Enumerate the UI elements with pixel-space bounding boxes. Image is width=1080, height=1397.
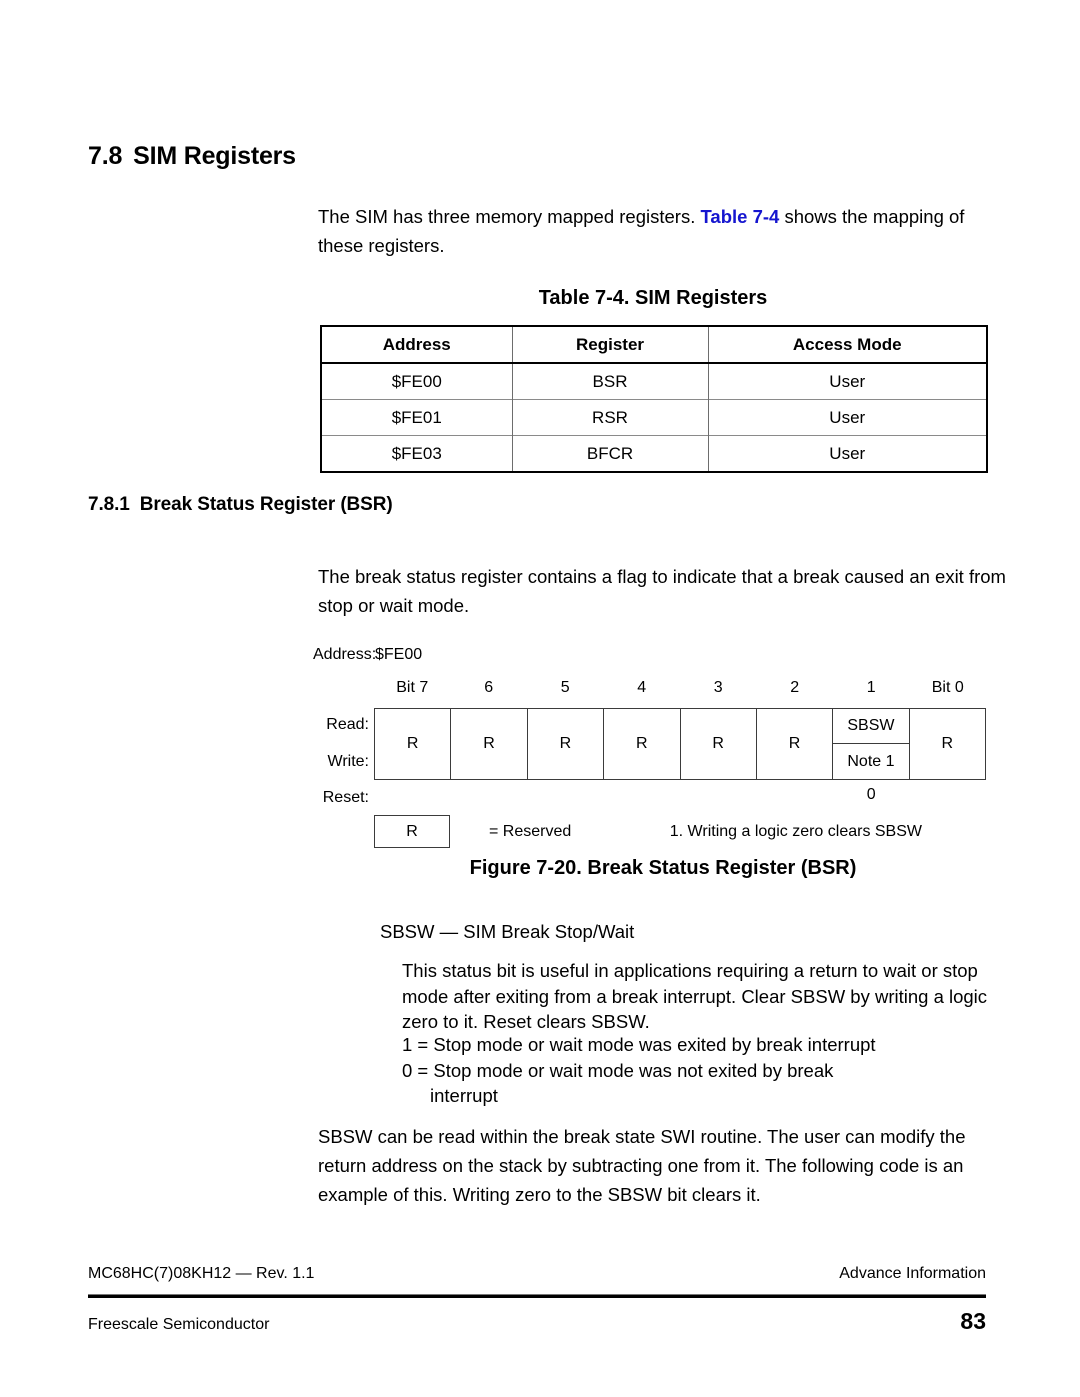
sbsw-description: This status bit is useful in application… — [402, 960, 988, 1032]
closing-paragraph: SBSW can be read within the break state … — [318, 1126, 966, 1205]
reset-value-4 — [604, 786, 681, 804]
cell-access-mode: User — [707, 399, 988, 436]
bit-cell-2: R — [757, 709, 834, 779]
reset-value-6 — [451, 786, 528, 804]
section-title: SIM Registers — [133, 142, 296, 170]
table-caption: Table 7-4. SIM Registers — [538, 287, 768, 309]
table-header-row: Address Register Access Mode — [320, 326, 988, 364]
intro-text-before: The SIM has three memory mapped register… — [318, 206, 701, 227]
bit-cell-4-value: R — [636, 735, 648, 752]
intro-paragraph: The SIM has three memory mapped register… — [318, 202, 990, 260]
column-header-address: Address — [320, 326, 513, 364]
cell-register: RSR — [511, 399, 709, 436]
page-number: 83 — [960, 1308, 986, 1334]
reset-value-5 — [527, 786, 604, 804]
bit-cell-2-value: R — [788, 735, 801, 752]
subsection-number: 7.8.1 — [88, 494, 130, 515]
reset-value-3 — [680, 786, 757, 804]
reset-value-1: 0 — [866, 786, 876, 803]
column-header-access-mode: Access Mode — [707, 326, 988, 364]
bit-number-row: Bit 7 6 5 4 3 2 1 Bit 0 — [374, 679, 986, 697]
bit-label-0: Bit 0 — [931, 679, 964, 696]
footer-bottom-row: Freescale Semiconductor 83 — [88, 1308, 986, 1335]
bit-cell-7-value: R — [406, 735, 419, 752]
bit-cell-1: SBSW Note 1 — [833, 709, 910, 779]
bit-label-2: 2 — [790, 679, 800, 696]
section-number: 7.8 — [88, 142, 123, 170]
bit-cell-7: R — [375, 709, 452, 779]
bit-label-7: Bit 7 — [396, 679, 429, 696]
legend-reserved-text: = Reserved — [489, 823, 572, 840]
bit-cell-5: R — [528, 709, 605, 779]
sbsw-title: SBSW — SIM Break Stop/Wait — [380, 921, 635, 942]
reset-row-label: Reset: — [322, 789, 369, 806]
footer-company: Freescale Semiconductor — [88, 1316, 270, 1333]
bit-label-6: 6 — [484, 679, 494, 696]
subsection-heading: 7.8.1 Break Status Register (BSR) — [88, 494, 393, 516]
reset-value-7 — [374, 786, 451, 804]
table-row: $FE00 BSR User — [320, 363, 988, 400]
reset-value-0 — [910, 786, 987, 804]
sbsw-bit-value-0-text: 0 = Stop mode or wait mode was not exite… — [402, 1059, 834, 1081]
cell-access-mode: User — [707, 363, 988, 400]
legend-reserved-box: R — [374, 815, 450, 848]
sbsw-bit-values: 1 = Stop mode or wait mode was exited by… — [402, 1032, 1002, 1109]
cell-register: BFCR — [511, 435, 709, 472]
bit-label-5: 5 — [560, 679, 570, 696]
sbsw-bit-value-0: 0 = Stop mode or wait mode was not exite… — [402, 1058, 1002, 1109]
footer-document-id: MC68HC(7)08KH12 — Rev. 1.1 — [88, 1265, 315, 1282]
bit-cell-1-read-value: SBSW — [833, 709, 909, 744]
footer-top-row: MC68HC(7)08KH12 — Rev. 1.1 Advance Infor… — [88, 1265, 986, 1283]
bit-label-1: 1 — [866, 679, 876, 696]
cell-register: BSR — [511, 363, 709, 400]
sbsw-bit-value-0-continuation: interrupt — [430, 1085, 498, 1106]
bit-cell-0: R — [910, 709, 985, 779]
read-row-label: Read: — [326, 716, 369, 733]
legend-footnote: 1. Writing a logic zero clears SBSW — [669, 823, 922, 840]
cell-access-mode: User — [707, 435, 988, 472]
bit-label-4: 4 — [637, 679, 647, 696]
register-bit-box: R R R R R R SBSW Note 1 R — [374, 708, 986, 780]
bit-label-3: 3 — [713, 679, 723, 696]
bit-cell-6-value: R — [483, 735, 495, 752]
section-heading: 7.8 SIM Registers — [88, 142, 296, 171]
bsr-paragraph: The break status register contains a fla… — [318, 566, 1006, 616]
write-row-label: Write: — [327, 753, 369, 770]
table-7-4-link[interactable]: Table 7-4 — [700, 206, 779, 227]
reset-value-2 — [757, 786, 834, 804]
bit-cell-5-value: R — [559, 735, 572, 752]
sbsw-bit-value-1: 1 = Stop mode or wait mode was exited by… — [402, 1034, 876, 1055]
subsection-title: Break Status Register (BSR) — [139, 494, 393, 515]
register-address-value: $FE00 — [375, 646, 423, 663]
sim-registers-table: Address Register Access Mode $FE00 BSR U… — [320, 325, 988, 473]
column-header-register: Register — [511, 326, 709, 364]
bit-cell-3: R — [681, 709, 757, 779]
table-row: $FE01 RSR User — [320, 399, 988, 436]
cell-address: $FE01 — [320, 399, 513, 436]
bit-cell-6: R — [451, 709, 528, 779]
bit-cell-4: R — [604, 709, 681, 779]
reset-values-row: 0 — [374, 786, 986, 804]
footer-divider — [88, 1294, 986, 1298]
cell-address: $FE03 — [320, 435, 513, 472]
figure-caption: Figure 7-20. Break Status Register (BSR) — [469, 857, 857, 879]
bit-cell-1-write-value: Note 1 — [847, 752, 895, 770]
register-address-label: Address: — [313, 646, 377, 663]
register-address-line: Address:$FE00 — [313, 646, 422, 664]
footer-status: Advance Information — [839, 1265, 986, 1282]
bit-cell-0-value: R — [941, 735, 954, 752]
document-page: 7.8 SIM Registers The SIM has three memor… — [0, 0, 1080, 1397]
cell-address: $FE00 — [320, 363, 513, 400]
legend-symbol: R — [406, 822, 418, 840]
table-row: $FE03 BFCR User — [320, 435, 988, 472]
bit-cell-3-value: R — [712, 735, 724, 752]
